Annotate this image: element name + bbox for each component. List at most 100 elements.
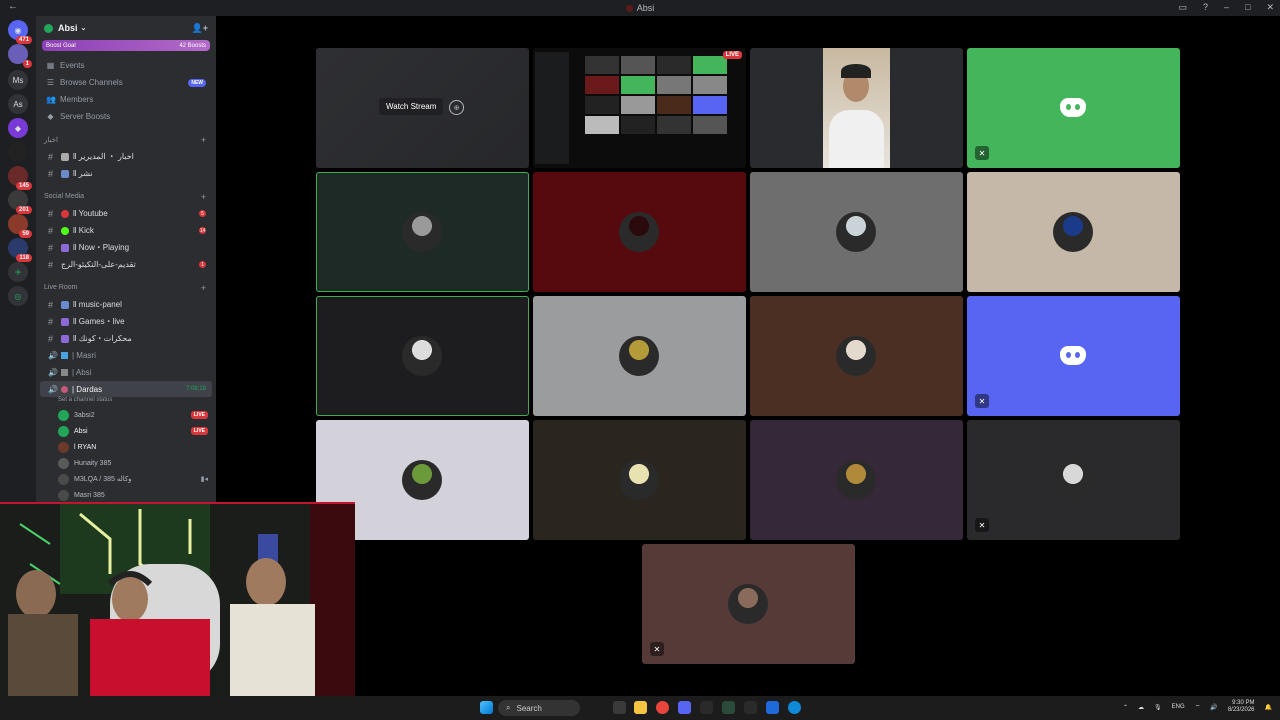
- voice-user[interactable]: Masri 385: [36, 487, 216, 503]
- discover-icon[interactable]: ◎: [8, 286, 28, 306]
- video-tile[interactable]: [533, 296, 746, 416]
- video-tile[interactable]: [750, 48, 963, 168]
- task-view-icon[interactable]: [613, 701, 626, 714]
- server-icon-orange[interactable]: 59: [8, 214, 32, 238]
- server-icon-purple[interactable]: ◆: [8, 118, 28, 138]
- speaker-icon: 🔊: [48, 351, 58, 360]
- direct-messages-icon[interactable]: ◉ 471: [8, 20, 32, 44]
- app-icon[interactable]: [722, 701, 735, 714]
- voice-user[interactable]: 3absi2 LIVE: [36, 407, 216, 423]
- store-icon[interactable]: [744, 701, 757, 714]
- category-live-room[interactable]: Live Room +: [36, 279, 216, 296]
- language-indicator[interactable]: ENG: [1172, 704, 1185, 710]
- voice-user[interactable]: l RYAN: [36, 439, 216, 455]
- channel-apply[interactable]: # تقديم-على-التكيئو-الرج 1: [36, 256, 216, 273]
- server-icon-absi[interactable]: 1: [8, 44, 32, 68]
- channel-kick[interactable]: # ll Kick 14: [36, 222, 216, 239]
- notifications-icon[interactable]: 🔔: [1265, 704, 1272, 711]
- taskbar-search[interactable]: ⌕ Search: [498, 700, 580, 716]
- boost-goal-bar[interactable]: Boost Goal 42 Boosts: [42, 40, 210, 51]
- wifi-icon[interactable]: ⌔: [1195, 703, 1201, 711]
- video-tile[interactable]: [750, 296, 963, 416]
- clock[interactable]: 9:30 PM 8/23/2026: [1228, 700, 1255, 714]
- nav-members[interactable]: 👥 Members: [36, 91, 216, 108]
- video-tile[interactable]: ✕: [967, 48, 1180, 168]
- video-tile[interactable]: LIVE: [533, 48, 746, 168]
- video-tile[interactable]: ✕: [967, 296, 1180, 416]
- server-icon-red[interactable]: 145: [8, 166, 32, 190]
- chevron-down-icon: ⌄: [80, 25, 87, 32]
- mic-icon[interactable]: 🎙: [1154, 704, 1162, 711]
- help-icon[interactable]: ?: [1203, 2, 1208, 13]
- video-tile[interactable]: ✕: [967, 420, 1180, 540]
- video-tile[interactable]: [533, 420, 746, 540]
- channel-music-panel[interactable]: # ll music-panel: [36, 296, 216, 313]
- camera-icon: ▮◂: [200, 476, 208, 483]
- video-tile[interactable]: [750, 172, 963, 292]
- network-icon[interactable]: ☁: [1138, 704, 1144, 711]
- server-icon-blue[interactable]: 118: [8, 238, 32, 262]
- hash-icon: #: [48, 151, 54, 162]
- add-channel-icon[interactable]: +: [201, 283, 206, 293]
- video-tile[interactable]: [316, 296, 529, 416]
- invite-people-icon[interactable]: 👤+: [192, 23, 208, 34]
- nav-browse-channels[interactable]: ☰ Browse Channels NEW: [36, 74, 216, 91]
- verified-icon: [44, 23, 53, 33]
- channel-clips[interactable]: # ll محكرات・كونك: [36, 330, 216, 347]
- volume-icon[interactable]: 🔊: [1210, 704, 1217, 711]
- chevron-up-icon[interactable]: ⌃: [1123, 704, 1128, 711]
- category-news[interactable]: اخبار +: [36, 131, 216, 148]
- watch-stream-button[interactable]: Watch Stream: [379, 98, 444, 115]
- start-button-icon[interactable]: [480, 701, 493, 714]
- voice-channel-masri[interactable]: 🔊 | Masri: [36, 347, 216, 364]
- channel-news-2[interactable]: # ll نشر: [36, 165, 216, 182]
- popout-icon[interactable]: ⊕: [449, 100, 464, 115]
- edge-icon[interactable]: [788, 701, 801, 714]
- voice-user[interactable]: Absi LIVE: [36, 423, 216, 439]
- maximize-button[interactable]: □: [1245, 2, 1250, 13]
- server-header[interactable]: Absi ⌄ 👤+: [36, 16, 216, 40]
- app-icon[interactable]: [700, 701, 713, 714]
- server-icon-grey[interactable]: 201: [8, 190, 32, 214]
- user-name: Masri 385: [74, 491, 105, 499]
- mention-badge: 5: [199, 210, 206, 217]
- channel-news-1[interactable]: # ll اخبار ・ المديرير: [36, 148, 216, 165]
- close-button[interactable]: ✕: [1266, 2, 1274, 13]
- voice-channel-absi[interactable]: 🔊 | Absi: [36, 364, 216, 381]
- voice-user[interactable]: Hunaity 385: [36, 455, 216, 471]
- video-tile[interactable]: [967, 172, 1180, 292]
- avatar: [58, 473, 69, 485]
- channel-youtube[interactable]: # ll Youtube 5: [36, 205, 216, 222]
- avatar: [836, 336, 876, 376]
- inbox-icon[interactable]: ▭: [1178, 2, 1187, 13]
- discord-icon[interactable]: [678, 701, 691, 714]
- channel-emoji: [61, 169, 69, 178]
- avatar: [402, 212, 442, 252]
- channel-now-playing[interactable]: # ll Now・Playing: [36, 239, 216, 256]
- channel-status[interactable]: Set a channel status: [36, 397, 216, 407]
- video-tile[interactable]: [316, 172, 529, 292]
- server-icon-dark[interactable]: [8, 142, 28, 162]
- video-tile[interactable]: Watch Stream ⊕: [316, 48, 529, 168]
- add-server-icon[interactable]: +: [8, 262, 28, 282]
- server-icon-ms[interactable]: Ms: [8, 70, 28, 90]
- back-arrow-icon[interactable]: ←: [8, 1, 18, 12]
- add-channel-icon[interactable]: +: [201, 192, 206, 202]
- category-social[interactable]: Social Media +: [36, 188, 216, 205]
- voice-user[interactable]: M3LQA / وكاله 385 ▮◂: [36, 471, 216, 487]
- speaker-icon: 🔊: [48, 368, 58, 377]
- nav-events[interactable]: ▦ Events: [36, 57, 216, 74]
- file-explorer-icon[interactable]: [634, 701, 647, 714]
- server-icon-as[interactable]: As: [8, 94, 28, 114]
- voice-channel-dardas[interactable]: 🔊 | Dardas 7:08:18: [40, 381, 212, 397]
- hash-icon: #: [48, 208, 54, 219]
- video-tile[interactable]: ✕: [642, 544, 855, 664]
- video-tile[interactable]: [533, 172, 746, 292]
- photos-icon[interactable]: [766, 701, 779, 714]
- video-tile[interactable]: [750, 420, 963, 540]
- nav-server-boosts[interactable]: ◆ Server Boosts: [36, 108, 216, 125]
- channel-games-live[interactable]: # ll Games・live: [36, 313, 216, 330]
- minimize-button[interactable]: –: [1224, 2, 1229, 13]
- add-channel-icon[interactable]: +: [201, 135, 206, 145]
- chrome-icon[interactable]: [656, 701, 669, 714]
